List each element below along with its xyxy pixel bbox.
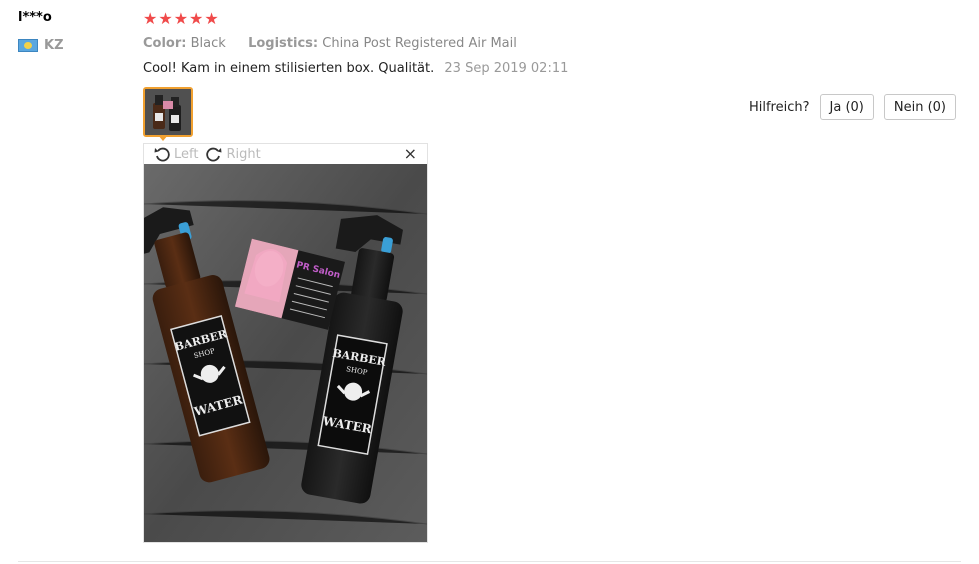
review-text: Cool! Kam in einem stilisierten box. Qua… <box>143 61 435 76</box>
star-icon: ★ <box>143 9 158 28</box>
photo-viewer: Left Right × BARBER SHOP WATER BARBER SH… <box>143 143 428 543</box>
reviewer-name: l***o <box>18 10 52 25</box>
reviewer-country: KZ <box>18 38 64 53</box>
star-icon: ★ <box>158 9 173 28</box>
thumbnail-caret <box>158 135 168 141</box>
logistics-label: Logistics: <box>248 36 319 51</box>
helpful-no-button[interactable]: Nein (0) <box>883 94 956 120</box>
rotate-left-button[interactable]: Left <box>154 146 198 162</box>
star-icon: ★ <box>204 9 219 28</box>
star-icon: ★ <box>189 9 204 28</box>
rotate-right-icon <box>206 147 222 162</box>
order-meta: Color: Black Logistics: China Post Regis… <box>143 36 517 51</box>
helpful-yes-button[interactable]: Ja (0) <box>819 94 874 120</box>
rotate-left-icon <box>154 147 170 162</box>
logistics-value: China Post Registered Air Mail <box>322 36 517 51</box>
rotate-right-label: Right <box>226 146 261 162</box>
rotate-right-button[interactable]: Right <box>206 146 261 162</box>
star-rating: ★ ★ ★ ★ ★ <box>143 10 219 28</box>
flag-icon <box>18 39 38 52</box>
barber-bottles-photo: BARBER SHOP WATER BARBER SHOP WATER PR S… <box>144 164 427 542</box>
viewer-toolbar: Left Right × <box>144 144 427 164</box>
review-divider <box>18 561 961 562</box>
close-icon[interactable]: × <box>404 145 417 163</box>
country-code: KZ <box>44 38 64 53</box>
review-photo: BARBER SHOP WATER BARBER SHOP WATER PR S… <box>144 164 427 542</box>
rotate-left-label: Left <box>174 146 199 162</box>
helpful-label: Hilfreich? <box>748 99 810 115</box>
color-value: Black <box>190 36 226 51</box>
color-label: Color: <box>143 36 187 51</box>
helpful-vote: Hilfreich? Ja (0) Nein (0) <box>749 94 956 120</box>
star-icon: ★ <box>173 9 189 28</box>
thumbnail-image <box>145 89 191 135</box>
review-body: Cool! Kam in einem stilisierten box. Qua… <box>143 61 568 76</box>
review-date: 23 Sep 2019 02:11 <box>444 61 569 76</box>
review-photo-thumbnail[interactable] <box>143 87 193 137</box>
